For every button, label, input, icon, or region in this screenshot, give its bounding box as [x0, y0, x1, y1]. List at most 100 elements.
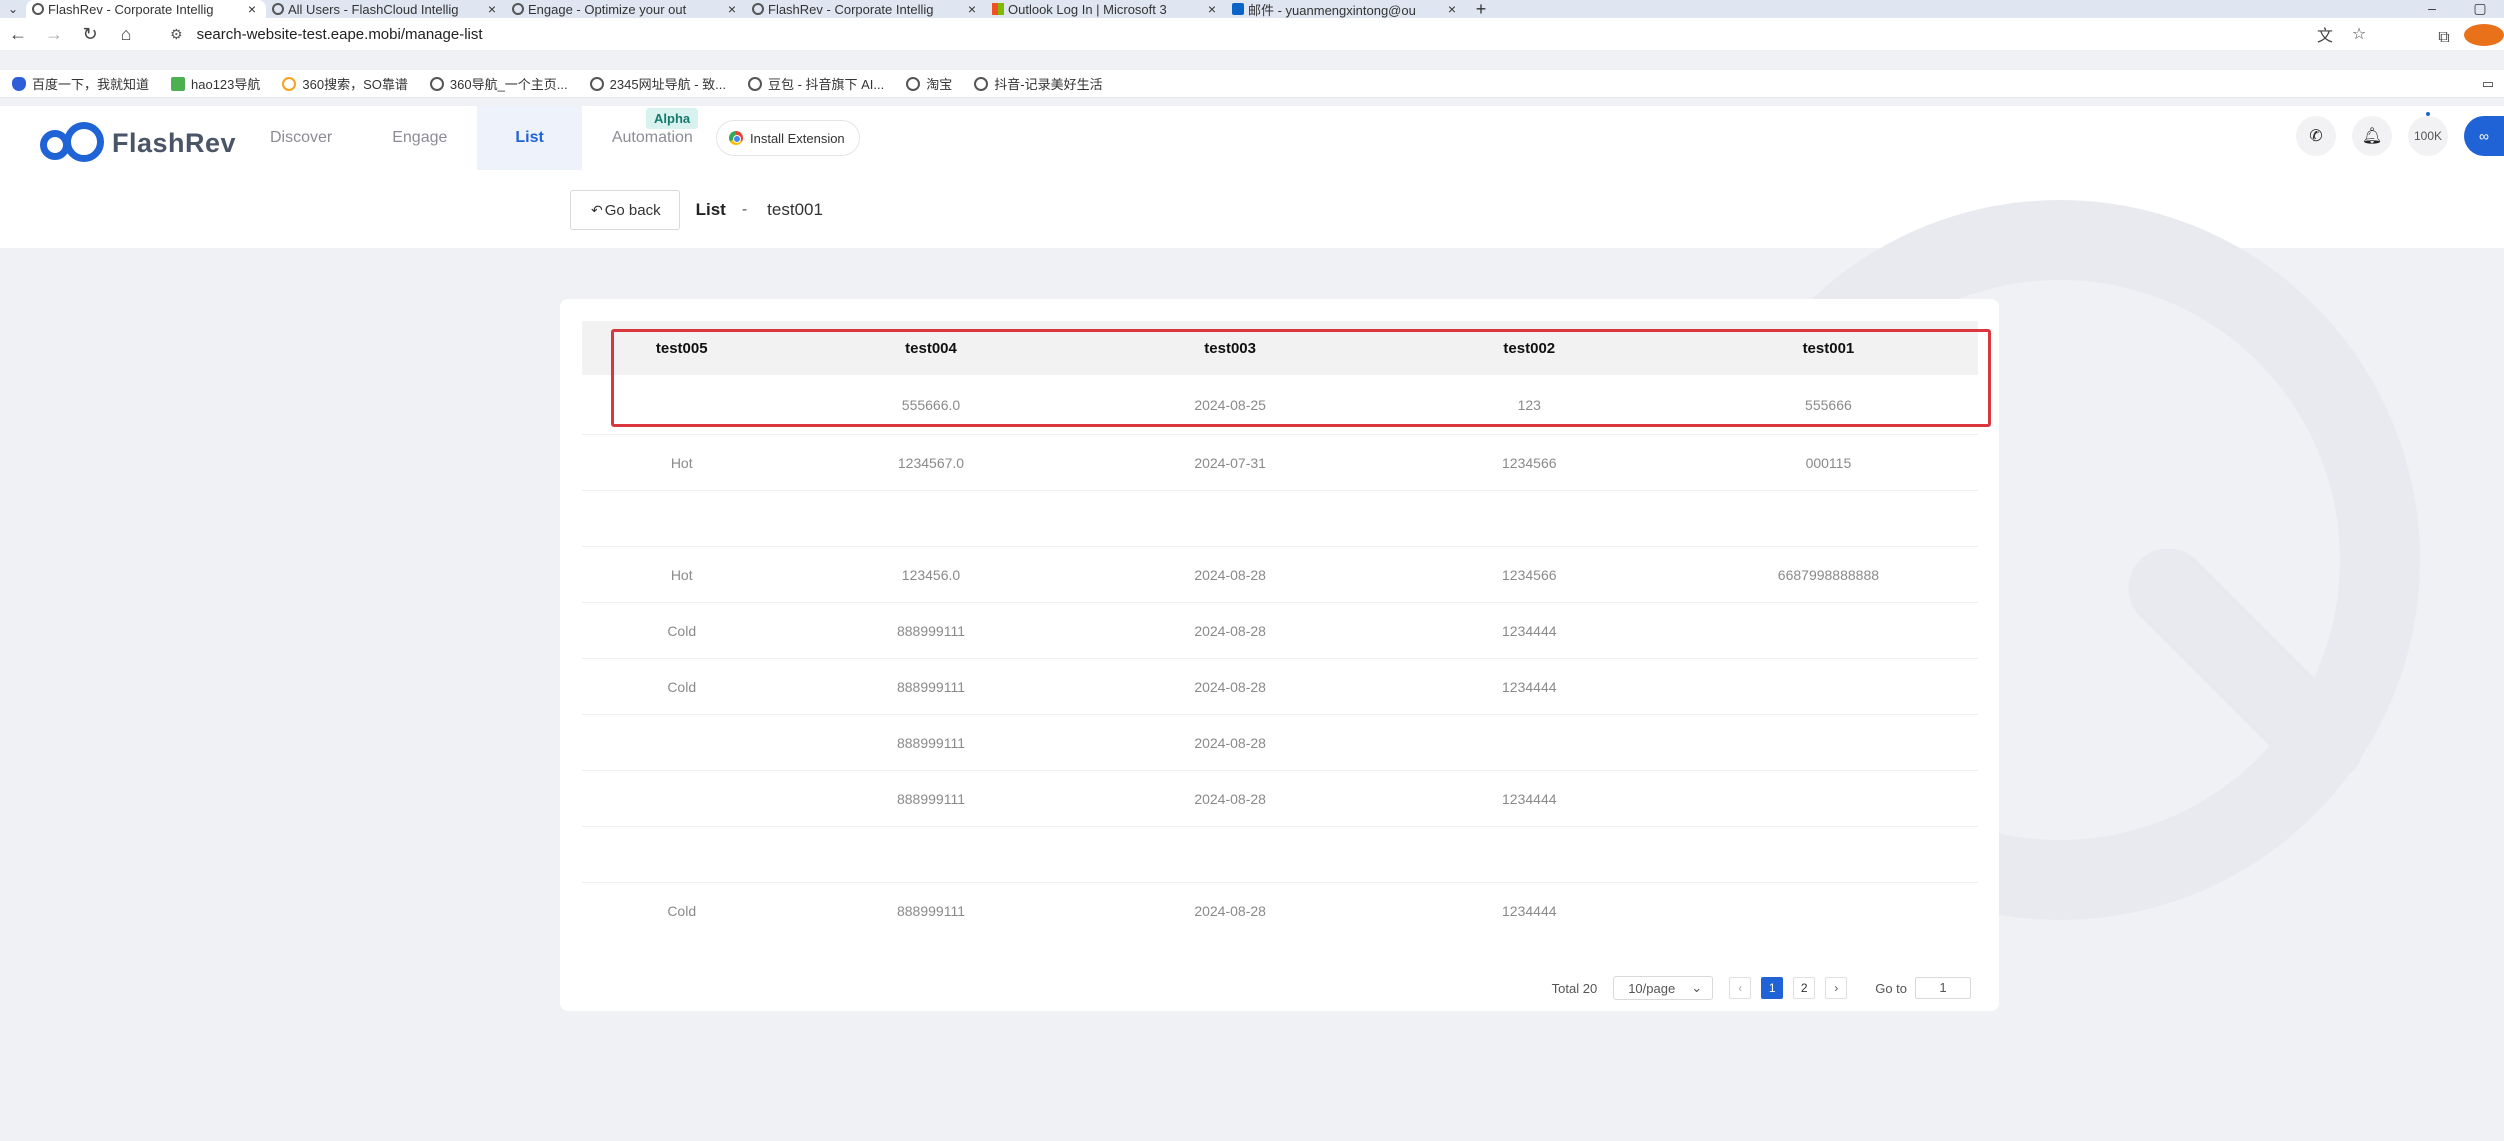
flashrev-icon [752, 3, 764, 15]
table-cell: 000115 [1805, 454, 1852, 471]
table-row[interactable]: Hot 1234567.0 2024-07-31 1234566 000115 [582, 435, 1978, 491]
bookmark-label: hao123导航 [191, 77, 261, 92]
browser-tab[interactable]: Engage - Optimize your out × [506, 0, 746, 18]
table-cell: Hot [670, 566, 693, 583]
table-row[interactable] [582, 827, 1978, 883]
undo-arrow-icon: ↶ [591, 201, 603, 218]
window-controls: – ▢ [2408, 0, 2504, 18]
translate-icon[interactable]: 文 [2308, 22, 2342, 46]
extensions-puzzle-icon[interactable]: ⧉ [2424, 29, 2464, 47]
phone-icon[interactable]: ✆ [2296, 116, 2336, 156]
page-button[interactable]: 2 [1793, 977, 1816, 999]
bookmark-folder-icon[interactable]: ▭ [2482, 76, 2494, 92]
logo-text: FlashRev [112, 127, 237, 158]
table-row[interactable]: Hot 123456.0 2024-08-28 1234566 668799888888… [582, 547, 1978, 603]
outlook-icon [1232, 3, 1244, 15]
url-text[interactable]: search-website-test.eape.mobi/manage-lis… [197, 26, 483, 43]
table-cell: 1234566 [1502, 454, 1557, 471]
close-icon[interactable]: × [488, 1, 496, 17]
browser-tab[interactable]: All Users - FlashCloud Intellig × [266, 0, 506, 18]
table-cell: 888999111 [896, 678, 965, 695]
table-cell: 1234567.0 [897, 454, 965, 471]
go-back-button[interactable]: ↶ Go back [570, 190, 680, 230]
site-settings-icon[interactable]: ⚙ [170, 26, 183, 43]
page-button[interactable]: 1 [1761, 977, 1784, 999]
close-icon[interactable]: × [968, 1, 976, 17]
table-row[interactable]: Cold 888999111 2024-08-28 1234444 [582, 883, 1978, 938]
chrome-icon [729, 131, 743, 145]
table-cell: 888999111 [896, 790, 965, 807]
bookmark-label: 360搜索，SO靠谱 [302, 77, 408, 92]
maximize-icon[interactable]: ▢ [2456, 0, 2504, 18]
notification-bell-icon[interactable]: 🔔︎ [2352, 116, 2392, 156]
home-icon[interactable]: ⌂ [108, 24, 144, 45]
credits-badge[interactable]: 100K [2408, 112, 2448, 156]
bookmark-item[interactable]: 360导航_一个主页... [429, 74, 568, 93]
bookmark-label: 豆包 - 抖音旗下 AI... [767, 77, 885, 92]
back-arrow-icon[interactable]: ← [0, 24, 36, 45]
table-cell: 2024-08-28 [1194, 734, 1266, 751]
bookmark-label: 抖音-记录美好生活 [994, 77, 1103, 92]
bookmark-favicon-icon [906, 76, 921, 91]
bookmark-item[interactable]: hao123导航 [171, 74, 260, 93]
flashrev-icon [512, 3, 524, 15]
nav-item-list[interactable]: List [477, 106, 582, 170]
nav-item-discover[interactable]: Discover [240, 106, 362, 170]
new-tab-button[interactable]: + [1466, 0, 1496, 19]
close-icon[interactable]: × [248, 1, 256, 17]
profile-avatar[interactable] [2464, 24, 2504, 51]
bookmark-item[interactable]: 淘宝 [906, 74, 952, 93]
table-row[interactable] [582, 491, 1978, 547]
browser-tab[interactable]: FlashRev - Corporate Intellig × [26, 0, 266, 18]
browser-tab-title: FlashRev - Corporate Intellig [48, 1, 214, 17]
table-cell: 2024-07-31 [1194, 454, 1266, 471]
browser-tab[interactable]: 邮件 - yuanmengxintong@ou × [1226, 0, 1466, 18]
next-page-button[interactable]: › [1825, 977, 1848, 999]
bookmark-label: 2345网址导航 - 致... [609, 77, 726, 92]
goto-page-input[interactable]: 1 [1915, 977, 1971, 999]
page-size-value: 10/page [1628, 980, 1676, 996]
tab-search-chevron-icon[interactable]: ⌄ [0, 0, 26, 18]
close-icon[interactable]: × [1208, 1, 1216, 17]
bookmark-item[interactable]: 抖音-记录美好生活 [974, 74, 1103, 93]
table-row[interactable]: 888999111 2024-08-28 [582, 715, 1978, 771]
page-size-select[interactable]: 10/page ⌄ [1613, 976, 1714, 1000]
user-avatar[interactable]: ∞ [2464, 116, 2504, 156]
address-bar[interactable]: ⚙ search-website-test.eape.mobi/manage-l… [156, 22, 2376, 46]
bookmark-item[interactable]: 360搜索，SO靠谱 [282, 74, 408, 93]
bookmark-favicon-icon [282, 76, 297, 91]
minimize-icon[interactable]: – [2408, 0, 2456, 18]
close-icon[interactable]: × [728, 1, 736, 17]
close-icon[interactable]: × [1448, 1, 1456, 17]
table-cell: 1234444 [1502, 678, 1557, 695]
table-cell: Cold [667, 678, 697, 695]
install-extension-button[interactable]: Install Extension [716, 120, 860, 156]
table-cell: Hot [670, 454, 693, 471]
table-cell: 1234444 [1502, 790, 1557, 807]
bookmarks-bar: 百度一下，我就知道 hao123导航 360搜索，SO靠谱 360导航_一个主页...… [0, 70, 2504, 98]
table-cell: 2024-08-28 [1194, 622, 1266, 639]
reload-icon[interactable]: ↻ [72, 24, 108, 45]
table-cell: 2024-08-28 [1194, 678, 1266, 695]
forward-arrow-icon[interactable]: → [36, 24, 72, 45]
bookmark-item[interactable]: 豆包 - 抖音旗下 AI... [747, 74, 885, 93]
chevron-down-icon: ⌄ [1691, 980, 1703, 995]
table-cell: Cold [667, 622, 697, 639]
bookmark-item[interactable]: 2345网址导航 - 致... [589, 74, 726, 93]
bookmark-favicon-icon [171, 76, 186, 91]
flashrev-logo[interactable]: FlashRev [38, 120, 236, 166]
prev-page-button[interactable]: ‹ [1729, 977, 1752, 999]
table-row[interactable]: Cold 888999111 2024-08-28 1234444 [582, 603, 1978, 659]
table-row[interactable]: Cold 888999111 2024-08-28 1234444 [582, 659, 1978, 715]
browser-tab-title: Outlook Log In | Microsoft 3 [1008, 1, 1167, 17]
bookmark-item[interactable]: 百度一下，我就知道 [12, 74, 149, 93]
bookmark-label: 淘宝 [926, 77, 953, 92]
bookmark-label: 百度一下，我就知道 [32, 77, 150, 92]
highlight-box [611, 329, 1991, 427]
table-row[interactable]: 888999111 2024-08-28 1234444 [582, 771, 1978, 827]
bookmark-star-icon[interactable]: ☆ [2342, 24, 2376, 44]
nav-item-engage[interactable]: Engage [362, 106, 477, 170]
pagination: Total 20 10/page ⌄ ‹ 12 › Go to 1 [1552, 976, 1971, 1000]
browser-tab[interactable]: FlashRev - Corporate Intellig × [746, 0, 986, 18]
browser-tab[interactable]: Outlook Log In | Microsoft 3 × [986, 0, 1226, 18]
